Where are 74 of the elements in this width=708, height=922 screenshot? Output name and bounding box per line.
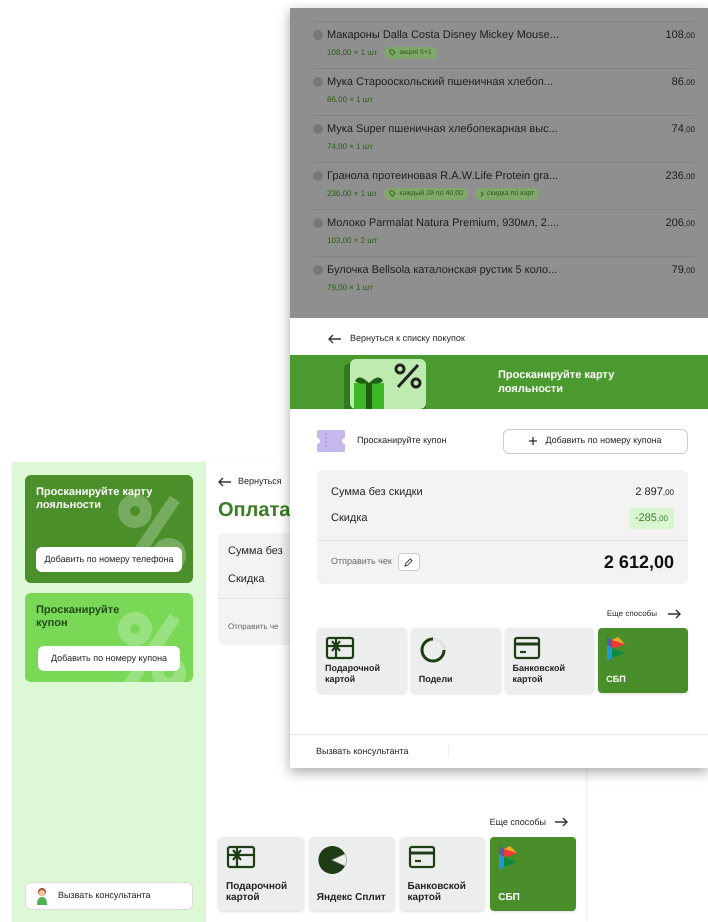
- right-arrow-icon: [554, 817, 568, 828]
- item-name: Булочка Bellsola каталонская рустик 5 коло...: [327, 263, 558, 278]
- total-amount: 2 612,00: [604, 550, 674, 574]
- item-quantity: 103,00 × 2 шт: [327, 234, 378, 246]
- tag-icon: [389, 49, 396, 56]
- number-badge-icon: [313, 30, 323, 40]
- item-name: Мука Старооскольский пшеничная хлебоп...: [327, 75, 553, 90]
- more-methods-link[interactable]: Еще способы: [490, 816, 546, 829]
- edit-button[interactable]: [398, 553, 420, 571]
- payment-method-tile[interactable]: Подарочной картой: [218, 837, 304, 911]
- bank-card-icon: [512, 636, 540, 660]
- item-quantity: 108,00 × 1 шт: [327, 46, 378, 59]
- payment-method-tile[interactable]: Яндекс Сплит: [308, 837, 394, 911]
- payment-method-tile[interactable]: Подели: [410, 628, 500, 692]
- item-quantity: 79,00 × 1 шт: [327, 282, 373, 294]
- item-quantity: 86,00 × 1 шт: [327, 94, 373, 106]
- summary-amount: -285,00: [628, 508, 674, 529]
- chevron-icon: [480, 190, 484, 197]
- back-arrow-icon: [328, 334, 342, 344]
- bank-card-icon: [408, 845, 436, 869]
- plus-icon: [529, 437, 538, 445]
- loyalty-banner-title: Просканируйте карту лояльности: [498, 368, 616, 396]
- item-name: Мука Super пшеничная хлебопекарная выс...: [327, 122, 558, 137]
- number-badge-icon: [313, 124, 323, 134]
- tag-icon: [389, 190, 396, 198]
- number-badge-icon: [313, 218, 323, 228]
- call-consultant-button[interactable]: Вызвать консультанта: [25, 882, 193, 910]
- add-by-phone-button[interactable]: Добавить по номеру телефона: [36, 546, 182, 572]
- sbp-logo-icon: [606, 636, 626, 662]
- payment-method-tile[interactable]: Банковской картой: [504, 628, 594, 692]
- add-coupon-button[interactable]: Добавить по номеру купона: [503, 428, 688, 454]
- item-price: 74,00: [672, 122, 695, 137]
- back-link[interactable]: Вернуться: [218, 475, 282, 488]
- summary-amount: 2 897,00: [635, 485, 674, 500]
- summary-label: Сумма без: [227, 544, 284, 558]
- gift-card-icon: [226, 845, 256, 869]
- back-arrow-icon: [218, 476, 232, 487]
- payment-method-tile[interactable]: СБП: [490, 837, 576, 911]
- call-consultant-button[interactable]: Вызвать консультанта: [316, 744, 450, 758]
- item-price: 86,00: [672, 75, 695, 90]
- coupon-card-title: Просканируйте купон: [36, 604, 120, 630]
- item-price: 206,00: [666, 216, 695, 231]
- summary-label: Скидка: [331, 511, 368, 526]
- payment-method-tile[interactable]: Банковской картой: [400, 837, 486, 911]
- number-badge-icon: [313, 171, 323, 182]
- summary-label: Скидка: [227, 572, 266, 587]
- ring-icon: [418, 636, 447, 664]
- item-name: Гранола протеиновая R.A.W.Life Protein gra...: [327, 169, 558, 184]
- add-by-coupon-button[interactable]: Добавить по номеру купона: [38, 646, 180, 671]
- item-price: 79,00: [672, 263, 695, 278]
- number-badge-icon: [313, 265, 323, 276]
- item-price: 108,00: [666, 28, 695, 43]
- item-quantity: 236,00 × 1 шт: [327, 188, 378, 200]
- item-name: Молоко Parmalat Natura Premium, 930мл, 2....: [327, 216, 559, 231]
- item-price: 236,00: [666, 169, 695, 184]
- send-receipt-label: Отправить чек: [331, 555, 392, 568]
- item-quantity: 74,00 × 1 шт: [327, 140, 373, 152]
- pencil-icon: [404, 558, 414, 566]
- number-badge-icon: [313, 77, 323, 88]
- more-methods-link[interactable]: Еще способы: [606, 608, 657, 620]
- person-icon: [36, 887, 48, 905]
- send-receipt-label: Отправить че: [228, 622, 279, 630]
- coupon-icon: [317, 430, 345, 452]
- right-arrow-icon: [667, 608, 681, 618]
- summary-label: Сумма без скидки: [331, 485, 423, 500]
- back-link[interactable]: Вернуться к списку покупок: [328, 332, 708, 346]
- gift-card-icon: [325, 636, 355, 660]
- page-title: Оплата: [218, 498, 290, 522]
- scan-coupon-label: Просканируйте купон: [357, 434, 446, 448]
- item-name: Макароны Dalla Costa Disney Mickey Mouse...: [327, 28, 559, 43]
- sbp-logo-icon: [498, 845, 518, 871]
- payment-method-tile[interactable]: СБП: [598, 628, 688, 692]
- loyalty-card-title: Просканируйте карту лояльности: [36, 486, 154, 512]
- payment-method-tile[interactable]: Подарочной картой: [317, 628, 407, 692]
